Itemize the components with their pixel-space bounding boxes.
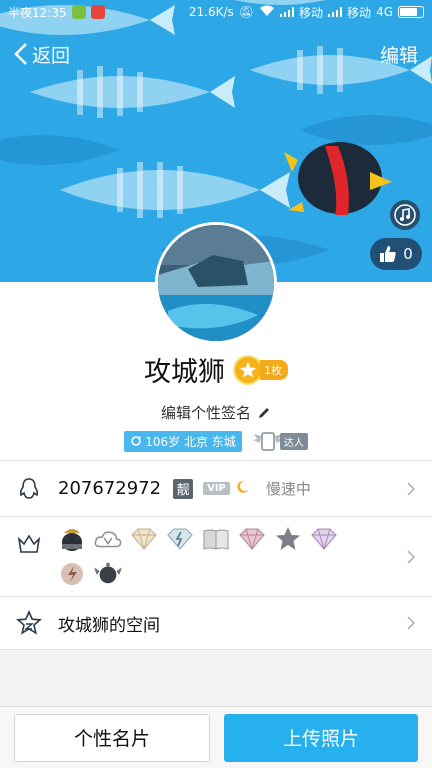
- diamond-badge-icon[interactable]: [130, 525, 158, 553]
- mute-icon: 🔕︎: [238, 5, 255, 19]
- pink-diamond-badge-icon[interactable]: [238, 525, 266, 553]
- master-label: 达人: [279, 432, 308, 450]
- upload-photo-button[interactable]: 上传照片: [224, 713, 418, 762]
- bottom-action-bar: 个性名片 上传照片: [0, 706, 432, 768]
- chevron-right-icon: [407, 481, 416, 496]
- master-badge[interactable]: 达人: [252, 430, 308, 452]
- vip-badge: VIP: [203, 482, 230, 495]
- chevron-right-icon: [407, 549, 416, 564]
- signature-text: 编辑个性签名: [160, 404, 251, 422]
- qq-number: 207672972: [58, 478, 162, 499]
- status-bar: 半夜12:35 21.6K/s 🔕︎ 移动 移动 4G: [0, 0, 432, 24]
- battery-icon: [398, 6, 424, 18]
- liang-badge: 靓: [173, 478, 194, 499]
- nickname: 攻城狮: [144, 357, 225, 388]
- medal-badge[interactable]: 1枚: [233, 354, 288, 385]
- like-button[interactable]: 0: [370, 238, 422, 270]
- crown-icon: [16, 531, 42, 557]
- back-button[interactable]: 返回: [14, 41, 70, 68]
- edit-button[interactable]: 编辑: [380, 41, 418, 68]
- qq-info-row[interactable]: 207672972 靓 VIP 慢速中: [0, 460, 432, 516]
- badge-grid: [58, 525, 358, 587]
- lightning-circle-badge-icon[interactable]: [58, 559, 86, 587]
- winged-penguin-badge-icon[interactable]: [94, 559, 122, 587]
- status-carrier-2: 移动: [347, 5, 372, 20]
- avatar-image: [158, 225, 274, 341]
- chevron-right-icon: [407, 616, 416, 630]
- avatar[interactable]: [155, 222, 277, 344]
- gender-icon: [131, 435, 142, 446]
- signature-row[interactable]: 编辑个性签名: [0, 402, 432, 423]
- book-badge-icon[interactable]: [202, 525, 230, 553]
- name-row: 攻城狮 1枚: [0, 350, 432, 389]
- cloud-vip-badge-icon[interactable]: [94, 525, 122, 553]
- music-button[interactable]: [390, 200, 420, 230]
- personal-card-button[interactable]: 个性名片: [14, 713, 210, 762]
- qzone-row[interactable]: 攻城狮的空间: [0, 596, 432, 650]
- lightning-diamond-badge-icon[interactable]: [166, 525, 194, 553]
- info-tag: 106岁 北京 东城: [124, 430, 242, 452]
- penguin-outline-icon: [16, 476, 42, 502]
- status-net-type: 4G: [376, 5, 393, 19]
- pencil-icon: [259, 407, 269, 418]
- info-tag-text: 106岁 北京 东城: [145, 434, 236, 449]
- music-note-icon: [394, 204, 416, 226]
- moon-icon: [236, 479, 250, 498]
- wifi-icon: [259, 5, 275, 20]
- star-outline-icon: [16, 610, 42, 636]
- app-notification-icon: [71, 5, 86, 19]
- online-status: 慢速中: [265, 480, 311, 498]
- thumbs-up-icon: [380, 246, 396, 262]
- nav-bar: 返回 编辑: [0, 36, 432, 72]
- status-net-speed: 21.6K/s: [188, 5, 234, 19]
- qzone-label: 攻城狮的空间: [58, 615, 160, 636]
- medal-count: 1枚: [260, 359, 288, 380]
- status-carrier-1: 移动: [299, 5, 324, 20]
- star-badge-icon[interactable]: [274, 525, 302, 553]
- signal-icon: [328, 7, 343, 17]
- app-notification-icon: [90, 5, 105, 19]
- chevron-left-icon: [14, 43, 27, 65]
- signal-icon: [280, 7, 295, 17]
- status-time: 半夜12:35: [8, 5, 67, 20]
- hat-penguin-badge-icon[interactable]: [58, 525, 86, 553]
- like-count: 0: [403, 245, 413, 263]
- badges-row[interactable]: [0, 516, 432, 596]
- back-label: 返回: [32, 44, 71, 67]
- profile-tags: 106岁 北京 东城 达人: [0, 430, 432, 452]
- star-medal-icon: [233, 354, 263, 385]
- purple-diamond-badge-icon[interactable]: [310, 525, 338, 553]
- winged-phone-icon: [252, 432, 283, 451]
